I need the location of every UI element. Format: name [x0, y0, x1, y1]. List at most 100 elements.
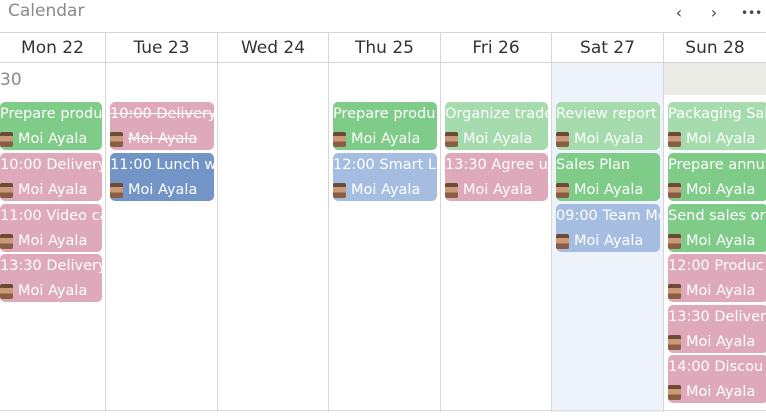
attendee-name: Moi Ayala	[351, 131, 421, 147]
calendar-event[interactable]: 14:00 Discou Moi Ayala	[668, 355, 766, 403]
event-attendee: Moi Ayala	[668, 333, 755, 351]
event-attendee: Moi Ayala	[0, 130, 87, 148]
day-header-thu[interactable]: Thu 25	[329, 33, 441, 63]
avatar	[668, 334, 681, 350]
attendee-name: Moi Ayala	[686, 334, 756, 350]
day-header-mon[interactable]: Mon 22	[0, 33, 106, 63]
calendar-event[interactable]: 09:00 Team Me Moi Ayala	[556, 204, 660, 252]
avatar	[556, 233, 569, 249]
avatar	[668, 233, 681, 249]
attendee-name: Moi Ayala	[18, 182, 88, 198]
calendar-event[interactable]: 10:00 Delivery Moi Ayala	[110, 102, 214, 150]
event-title: 13:30 Agree up	[445, 157, 548, 173]
event-title: Organize trade	[445, 106, 548, 122]
avatar	[668, 384, 681, 400]
event-title: 13:30 Deliver	[668, 309, 766, 325]
attendee-name: Moi Ayala	[463, 182, 533, 198]
calendar-event[interactable]: 13:30 Agree up Moi Ayala	[445, 153, 548, 201]
event-attendee: Moi Ayala	[668, 181, 755, 199]
day-header-tue[interactable]: Tue 23	[106, 33, 218, 63]
event-attendee: Moi Ayala	[445, 130, 532, 148]
attendee-name: Moi Ayala	[686, 384, 756, 400]
page-title: Calendar	[8, 1, 85, 21]
event-attendee: Moi Ayala	[445, 181, 532, 199]
calendar-event[interactable]: Prepare produ Moi Ayala	[333, 102, 437, 150]
calendar-event[interactable]: Organize trade Moi Ayala	[445, 102, 548, 150]
attendee-name: Moi Ayala	[351, 182, 421, 198]
avatar	[556, 131, 569, 147]
calendar-event[interactable]: 11:00 Video ca Moi Ayala	[0, 204, 102, 252]
calendar-event[interactable]: Review report Moi Ayala	[556, 102, 660, 150]
attendee-name: Moi Ayala	[574, 131, 644, 147]
event-attendee: Moi Ayala	[0, 232, 87, 250]
event-title: Sales Plan	[556, 157, 631, 173]
calendar-event[interactable]: Packaging Sal Moi Ayala	[668, 102, 766, 150]
attendee-name: Moi Ayala	[574, 233, 644, 249]
day-header-sat[interactable]: Sat 27	[552, 33, 664, 63]
attendee-name: Moi Ayala	[463, 131, 533, 147]
calendar-event[interactable]: 12:00 Produc Moi Ayala	[668, 254, 766, 302]
avatar	[668, 283, 681, 299]
calendar-app: Calendar ‹ › ••• Mon 22 Tue 23 Wed 24 Thu 2…	[0, 0, 766, 418]
calendar-event[interactable]: Sales Plan Moi Ayala	[556, 153, 660, 201]
calendar-event[interactable]: 13:30 Delivery Moi Ayala	[0, 254, 102, 302]
avatar	[0, 182, 13, 198]
day-header-row: Mon 22 Tue 23 Wed 24 Thu 25 Fri 26 Sat 27 Sun …	[0, 32, 766, 63]
avatar	[0, 233, 13, 249]
event-title: 09:00 Team Me	[556, 208, 660, 224]
event-attendee: Moi Ayala	[110, 181, 197, 199]
calendar-event[interactable]: 13:30 Deliver Moi Ayala	[668, 305, 766, 353]
event-attendee: Moi Ayala	[556, 130, 643, 148]
day-header-wed[interactable]: Wed 24	[218, 33, 329, 63]
chevron-right-icon[interactable]: ›	[705, 3, 723, 22]
day-column[interactable]	[218, 63, 329, 412]
event-attendee: Moi Ayala	[668, 282, 755, 300]
calendar-event[interactable]: 10:00 Delivery Moi Ayala	[0, 153, 102, 201]
attendee-name: Moi Ayala	[686, 182, 756, 198]
calendar-event[interactable]: Send sales ord Moi Ayala	[668, 204, 766, 252]
attendee-name: Moi Ayala	[128, 131, 198, 147]
avatar	[110, 182, 123, 198]
event-title: 13:30 Delivery	[0, 258, 102, 274]
calendar-event[interactable]: 12:00 Smart La Moi Ayala	[333, 153, 437, 201]
avatar	[0, 131, 13, 147]
event-title: 12:00 Smart La	[333, 157, 437, 173]
event-title: 12:00 Produc	[668, 258, 764, 274]
grid-bottom-border	[0, 410, 766, 411]
event-attendee: Moi Ayala	[0, 181, 87, 199]
toolbar: Calendar ‹ › •••	[0, 0, 766, 26]
event-attendee: Moi Ayala	[556, 181, 643, 199]
day-header-sun[interactable]: Sun 28	[664, 33, 766, 63]
avatar	[668, 182, 681, 198]
avatar	[556, 182, 569, 198]
event-title: 10:00 Delivery	[110, 106, 214, 122]
avatar	[110, 131, 123, 147]
avatar	[0, 283, 13, 299]
avatar	[668, 131, 681, 147]
event-title: 10:00 Delivery	[0, 157, 102, 173]
more-options-icon[interactable]: •••	[741, 6, 762, 20]
event-title: Prepare produ	[0, 106, 102, 122]
avatar	[333, 131, 346, 147]
day-header-fri[interactable]: Fri 26	[441, 33, 552, 63]
calendar-event[interactable]: Prepare annu Moi Ayala	[668, 153, 766, 201]
week-grid: Mon 22 Tue 23 Wed 24 Thu 25 Fri 26 Sat 27 Sun …	[0, 32, 766, 412]
chevron-left-icon[interactable]: ‹	[670, 3, 688, 22]
event-title: Packaging Sal	[668, 106, 766, 122]
event-title: 14:00 Discou	[668, 359, 764, 375]
event-title: 11:00 Lunch w	[110, 157, 214, 173]
attendee-name: Moi Ayala	[686, 131, 756, 147]
event-title: Prepare annu	[668, 157, 765, 173]
event-attendee: Moi Ayala	[333, 181, 420, 199]
attendee-name: Moi Ayala	[686, 283, 756, 299]
calendar-event[interactable]: 11:00 Lunch w Moi Ayala	[110, 153, 214, 201]
attendee-name: Moi Ayala	[18, 283, 88, 299]
attendee-name: Moi Ayala	[128, 182, 198, 198]
event-attendee: Moi Ayala	[668, 383, 755, 401]
calendar-event[interactable]: Prepare produ Moi Ayala	[0, 102, 102, 150]
event-attendee: Moi Ayala	[556, 232, 643, 250]
event-attendee: Moi Ayala	[0, 282, 87, 300]
attendee-name: Moi Ayala	[18, 131, 88, 147]
avatar	[445, 131, 458, 147]
avatar	[333, 182, 346, 198]
